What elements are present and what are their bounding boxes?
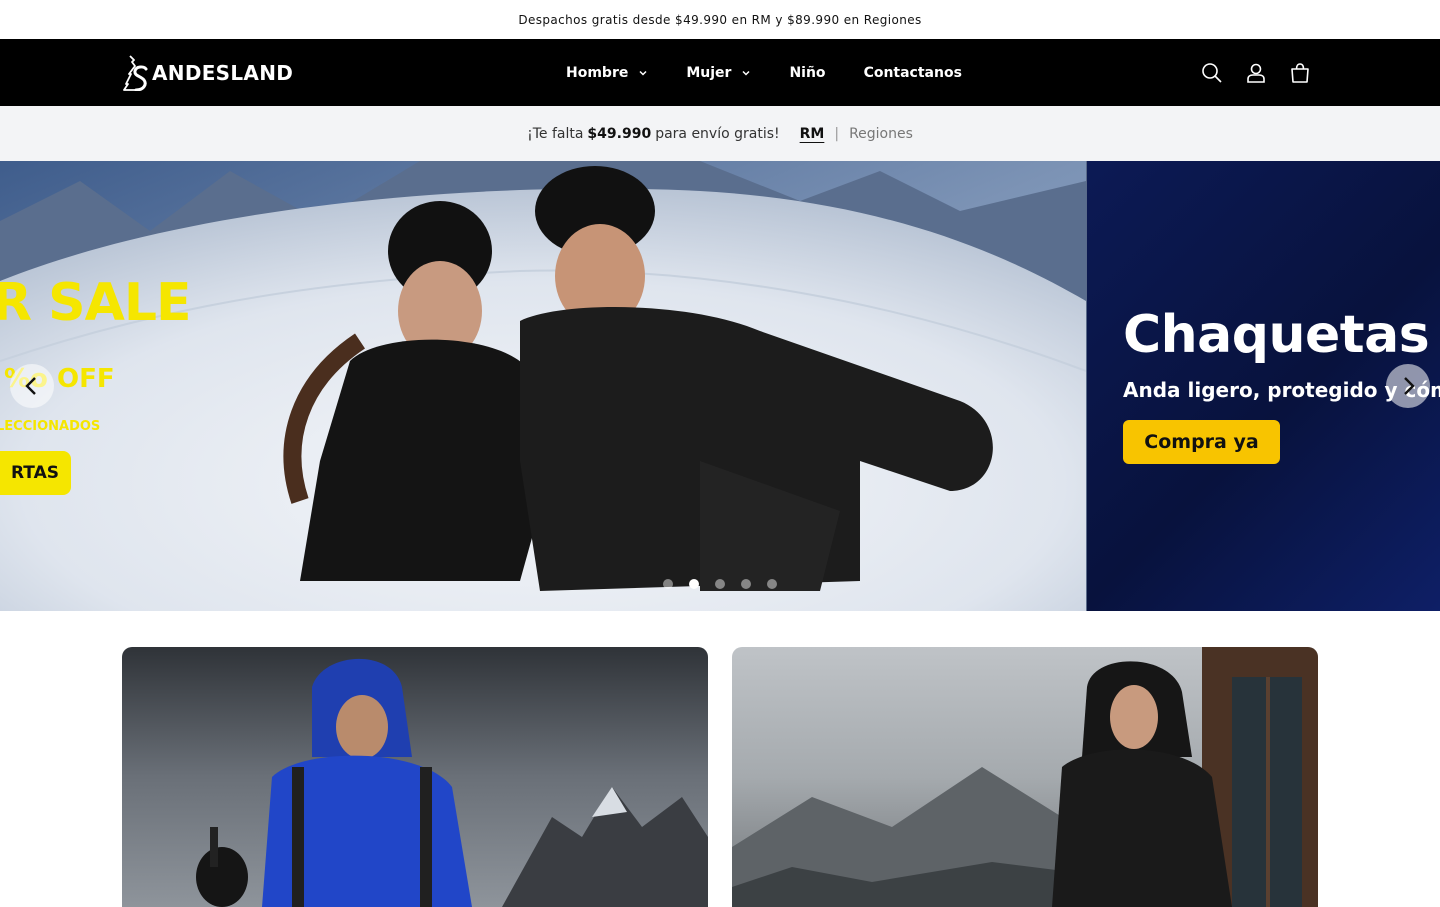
slider-dot-2[interactable]: [689, 579, 699, 589]
nav-item-contactanos[interactable]: Contactanos: [845, 39, 981, 106]
promo-selected-text: LECCIONADOS: [0, 419, 101, 434]
nav-label-mujer: Mujer: [686, 64, 732, 81]
zone-rm-toggle[interactable]: RM: [800, 126, 825, 142]
category-card-hombre[interactable]: [122, 647, 708, 907]
shipping-suffix: para envío gratis!: [655, 125, 780, 142]
announcement-text: Despachos gratis desde $49.990 en RM y $…: [518, 12, 922, 27]
hero-slide-active[interactable]: R SALE %o OFF LECCIONADOS RTAS: [0, 161, 1086, 611]
slide-next-title: Chaquetas y: [1123, 305, 1440, 365]
main-nav: Hombre Mujer Niño Contactanos: [547, 39, 981, 106]
logo[interactable]: ANDESLAND: [122, 54, 293, 91]
category-card-mujer[interactable]: [732, 647, 1318, 907]
hero-slider: R SALE %o OFF LECCIONADOS RTAS Chaquetas…: [0, 161, 1440, 611]
hero-photo-snow-couple: [0, 161, 1086, 611]
nav-item-hombre[interactable]: Hombre: [547, 39, 667, 106]
nav-item-mujer[interactable]: Mujer: [667, 39, 770, 106]
promo-sale-title: R SALE: [0, 273, 191, 333]
nav-label-contactanos: Contactanos: [863, 64, 962, 81]
chevron-down-icon: [639, 70, 647, 76]
slider-prev-button[interactable]: [10, 364, 54, 408]
header-icons: [1190, 39, 1322, 106]
announcement-bar: Despachos gratis desde $49.990 en RM y $…: [0, 0, 1440, 39]
chevron-left-icon: [25, 377, 36, 395]
nav-label-nino: Niño: [789, 64, 826, 81]
slider-dot-4[interactable]: [741, 579, 751, 589]
account-button[interactable]: [1234, 51, 1278, 95]
slider-dot-3[interactable]: [715, 579, 725, 589]
nav-item-nino[interactable]: Niño: [770, 39, 844, 106]
free-shipping-bar: ¡Te falta $49.990 para envío gratis! RM …: [0, 106, 1440, 161]
site-header: ANDESLAND Hombre Mujer Niño Contactanos: [0, 39, 1440, 106]
slider-next-button[interactable]: [1386, 364, 1430, 408]
slider-dot-5[interactable]: [767, 579, 777, 589]
search-icon: [1202, 62, 1222, 83]
photo-woman-black-jacket: [732, 647, 1318, 907]
logo-mountain-icon: [123, 55, 148, 91]
photo-man-blue-jacket: [122, 647, 708, 907]
slider-dots: [663, 579, 777, 589]
cart-icon: [1291, 62, 1309, 83]
promo-ofertas-button[interactable]: RTAS: [0, 451, 71, 495]
zone-separator: |: [834, 125, 840, 142]
search-button[interactable]: [1190, 51, 1234, 95]
zone-regiones-toggle[interactable]: Regiones: [849, 126, 913, 142]
chevron-right-icon: [1404, 377, 1415, 395]
account-icon: [1247, 63, 1265, 83]
chevron-down-icon: [742, 70, 750, 76]
slider-dot-1[interactable]: [663, 579, 673, 589]
cart-button[interactable]: [1278, 51, 1322, 95]
logo-text: ANDESLAND: [152, 60, 294, 85]
compra-ya-button[interactable]: Compra ya: [1123, 420, 1280, 464]
shipping-prefix: ¡Te falta: [527, 125, 584, 142]
nav-label-hombre: Hombre: [566, 64, 629, 81]
shipping-amount: $49.990: [587, 125, 652, 142]
category-cards: [122, 647, 1318, 907]
